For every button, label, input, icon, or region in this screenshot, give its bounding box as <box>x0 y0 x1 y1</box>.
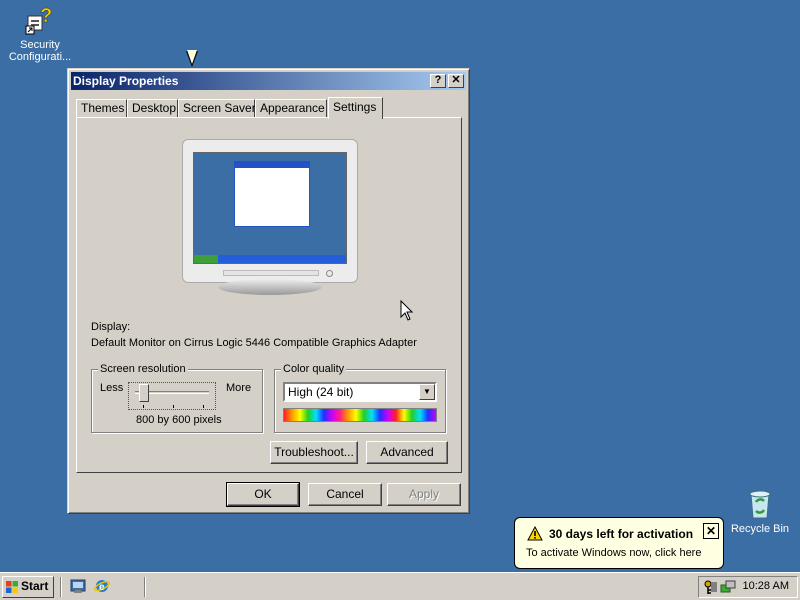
start-label: Start <box>21 579 49 593</box>
help-button[interactable]: ? <box>430 74 446 88</box>
security-configuration-desktop-icon[interactable]: ? Security Configurati... <box>0 4 80 63</box>
monitor-stand <box>218 279 322 295</box>
advanced-button[interactable]: Advanced <box>366 441 448 464</box>
internet-explorer-icon[interactable]: e <box>94 578 110 594</box>
quicklaunch-separator <box>60 577 62 597</box>
activation-balloon[interactable]: 30 days left for activation To activate … <box>514 517 724 569</box>
color-quality-group: Color quality High (24 bit) ▼ <box>274 363 446 433</box>
slider-tick <box>173 405 174 408</box>
system-tray: 10:28 AM <box>698 576 798 598</box>
tab-settings[interactable]: Settings <box>328 97 383 119</box>
chevron-down-icon[interactable]: ▼ <box>419 384 435 400</box>
svg-text:?: ? <box>40 5 52 27</box>
security-config-icon: ? <box>25 5 52 35</box>
balloon-title: 30 days left for activation <box>549 527 694 541</box>
resolution-value: 800 by 600 pixels <box>136 414 222 426</box>
close-button[interactable]: ✕ <box>448 74 464 88</box>
troubleshoot-button[interactable]: Troubleshoot... <box>270 441 358 464</box>
color-quality-select[interactable]: High (24 bit) ▼ <box>283 382 437 402</box>
recycle-bin-label: Recycle Bin <box>730 523 790 535</box>
cancel-button[interactable]: Cancel <box>308 483 382 506</box>
color-quality-title: Color quality <box>281 363 347 375</box>
monitor-power-icon <box>326 270 333 277</box>
quicklaunch-separator <box>144 577 146 597</box>
preview-window-thumbnail <box>234 161 310 227</box>
clock[interactable]: 10:28 AM <box>743 580 789 592</box>
display-device-name: Default Monitor on Cirrus Logic 5446 Com… <box>91 337 417 349</box>
monitor-preview <box>182 139 358 283</box>
tab-desktop[interactable]: Desktop <box>127 99 178 118</box>
tab-appearance[interactable]: Appearance <box>255 99 327 118</box>
slider-thumb[interactable] <box>139 384 149 402</box>
activation-keys-icon[interactable] <box>702 579 718 595</box>
tab-screen-saver[interactable]: Screen Saver <box>178 99 256 118</box>
display-properties-window: Display Properties ? ✕ Themes Desktop Sc… <box>67 68 470 514</box>
ok-button[interactable]: OK <box>226 482 300 507</box>
warning-icon <box>527 526 543 541</box>
screen-resolution-group: Screen resolution Less More 800 by 600 p… <box>91 363 263 433</box>
display-label: Display: <box>91 321 131 333</box>
screen-resolution-title: Screen resolution <box>98 363 188 375</box>
color-spectrum-bar <box>283 408 437 422</box>
recycle-bin-desktop-icon[interactable]: Recycle Bin <box>720 488 800 535</box>
start-button[interactable]: Start <box>2 576 54 598</box>
apply-button[interactable]: Apply <box>387 483 461 506</box>
taskbar: Start e 10:28 AM <box>0 572 800 600</box>
color-quality-value: High (24 bit) <box>288 385 354 399</box>
tab-themes[interactable]: Themes <box>76 99 127 118</box>
slider-tick <box>203 405 204 408</box>
monitor-preview-screen <box>193 152 347 264</box>
window-title: Display Properties <box>73 74 179 88</box>
balloon-message[interactable]: To activate Windows now, click here <box>526 547 701 559</box>
recycle-bin-icon <box>749 490 771 519</box>
svg-text:e: e <box>99 582 105 593</box>
balloon-tail-fill <box>187 50 197 64</box>
security-configuration-label: Security Configurati... <box>8 39 72 63</box>
window-titlebar[interactable]: Display Properties ? ✕ <box>71 72 466 90</box>
show-desktop-icon[interactable] <box>70 578 86 594</box>
mouse-cursor-icon <box>400 300 414 321</box>
slider-tick <box>143 405 144 408</box>
windows-logo-icon <box>6 581 18 593</box>
resolution-less-label: Less <box>100 382 124 394</box>
resolution-slider[interactable] <box>128 382 216 410</box>
resolution-more-label: More <box>226 382 252 394</box>
monitor-bezel <box>223 270 319 276</box>
balloon-close-button[interactable]: ✕ <box>703 523 719 539</box>
network-icon[interactable] <box>720 579 736 595</box>
preview-start-button <box>194 255 218 263</box>
